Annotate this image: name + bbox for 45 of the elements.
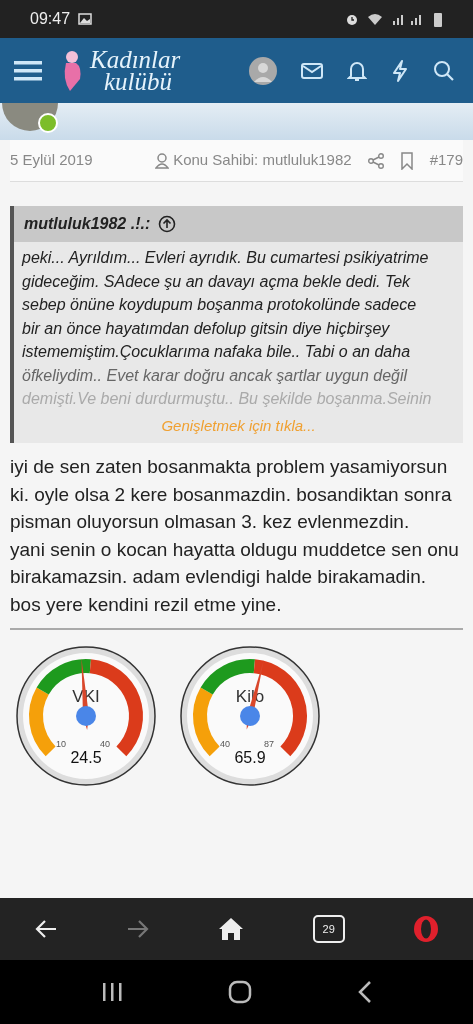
- quote-text: demişti.Ve beni durdurmuştu.. Bu şekilde boşanma.Seinin: [22, 389, 433, 409]
- gauge-max: 40: [100, 738, 110, 751]
- share-icon[interactable]: [367, 152, 384, 169]
- post-number[interactable]: #179: [429, 149, 463, 172]
- alarm-icon: [345, 12, 359, 26]
- logo-text[interactable]: Kadınlar: [90, 48, 181, 71]
- mail-icon[interactable]: [301, 61, 323, 80]
- quote-text: istememiştim.Çocuklarıma nafaka bile.. Tabi o an daha: [22, 342, 412, 362]
- logo-text[interactable]: kulübü: [90, 70, 181, 93]
- quote-text: bir an önce hayatımdan defolup gitsin diye hiçbirşey: [22, 318, 391, 339]
- wifi-icon: [367, 13, 383, 25]
- gauge-max: 87: [264, 738, 274, 751]
- lightning-icon[interactable]: [391, 59, 409, 82]
- quote-text: peki... Ayrıldım... Evleri ayrıdık. Bu cumartesi psikiyatrime: [22, 248, 430, 268]
- recents-icon[interactable]: [100, 981, 123, 1003]
- home-button-icon[interactable]: [227, 980, 252, 1004]
- back-arrow-icon[interactable]: [34, 919, 59, 939]
- quote-text: gideceğim. SAdece şu an davayı açma bekle dedi. Tek: [22, 271, 412, 292]
- user-icon: [155, 152, 170, 169]
- gauge-min: 40: [220, 738, 230, 751]
- image-icon: [78, 13, 93, 25]
- post-text: iyi de sen zaten bosanmakta problem yasamiyorsun ki. oyle olsa 2 kere bosanmazdin. bosandiktan sonra pisman oluyorsun olmasan 3. kez evlenmezdin.: [10, 455, 453, 534]
- browser-logo-icon[interactable]: [412, 915, 439, 943]
- author-label[interactable]: Konu Sahibi: mutluluk1982: [173, 149, 352, 172]
- bell-icon[interactable]: [347, 59, 367, 82]
- search-icon[interactable]: [433, 59, 455, 82]
- forward-arrow-icon[interactable]: [126, 919, 151, 939]
- post-date: 5 Eylül 2019: [10, 150, 93, 171]
- battery-icon: [433, 11, 443, 27]
- quote-author: mutluluk1982 .!.:: [24, 214, 151, 234]
- avatar: [0, 103, 60, 135]
- quote-text: öfkeliydim.. Evet karar doğru ancak şartlar uygun değil: [22, 365, 409, 386]
- clock-text: 09:47: [30, 9, 71, 29]
- gauge-reading: 65.9: [233, 748, 267, 768]
- gauge-min: 10: [56, 738, 66, 751]
- bookmark-icon[interactable]: [399, 151, 414, 170]
- quote-text: sebep önüne koydupum boşanma protokolünde sadece: [22, 295, 418, 315]
- gauge-reading: 24.5: [69, 748, 103, 768]
- post-text: yani senin o kocan hayatta oldugu muddetce sen onu birakamazsin. adam evlendigi halde birakamadin.: [10, 537, 460, 589]
- tabs-button[interactable]: 29: [312, 915, 345, 943]
- menu-icon[interactable]: [14, 58, 44, 83]
- home-icon[interactable]: [218, 917, 245, 941]
- user-avatar[interactable]: [249, 56, 277, 85]
- post-text: bos yere kendini rezil etme yine.: [10, 592, 283, 617]
- back-icon[interactable]: [356, 980, 373, 1004]
